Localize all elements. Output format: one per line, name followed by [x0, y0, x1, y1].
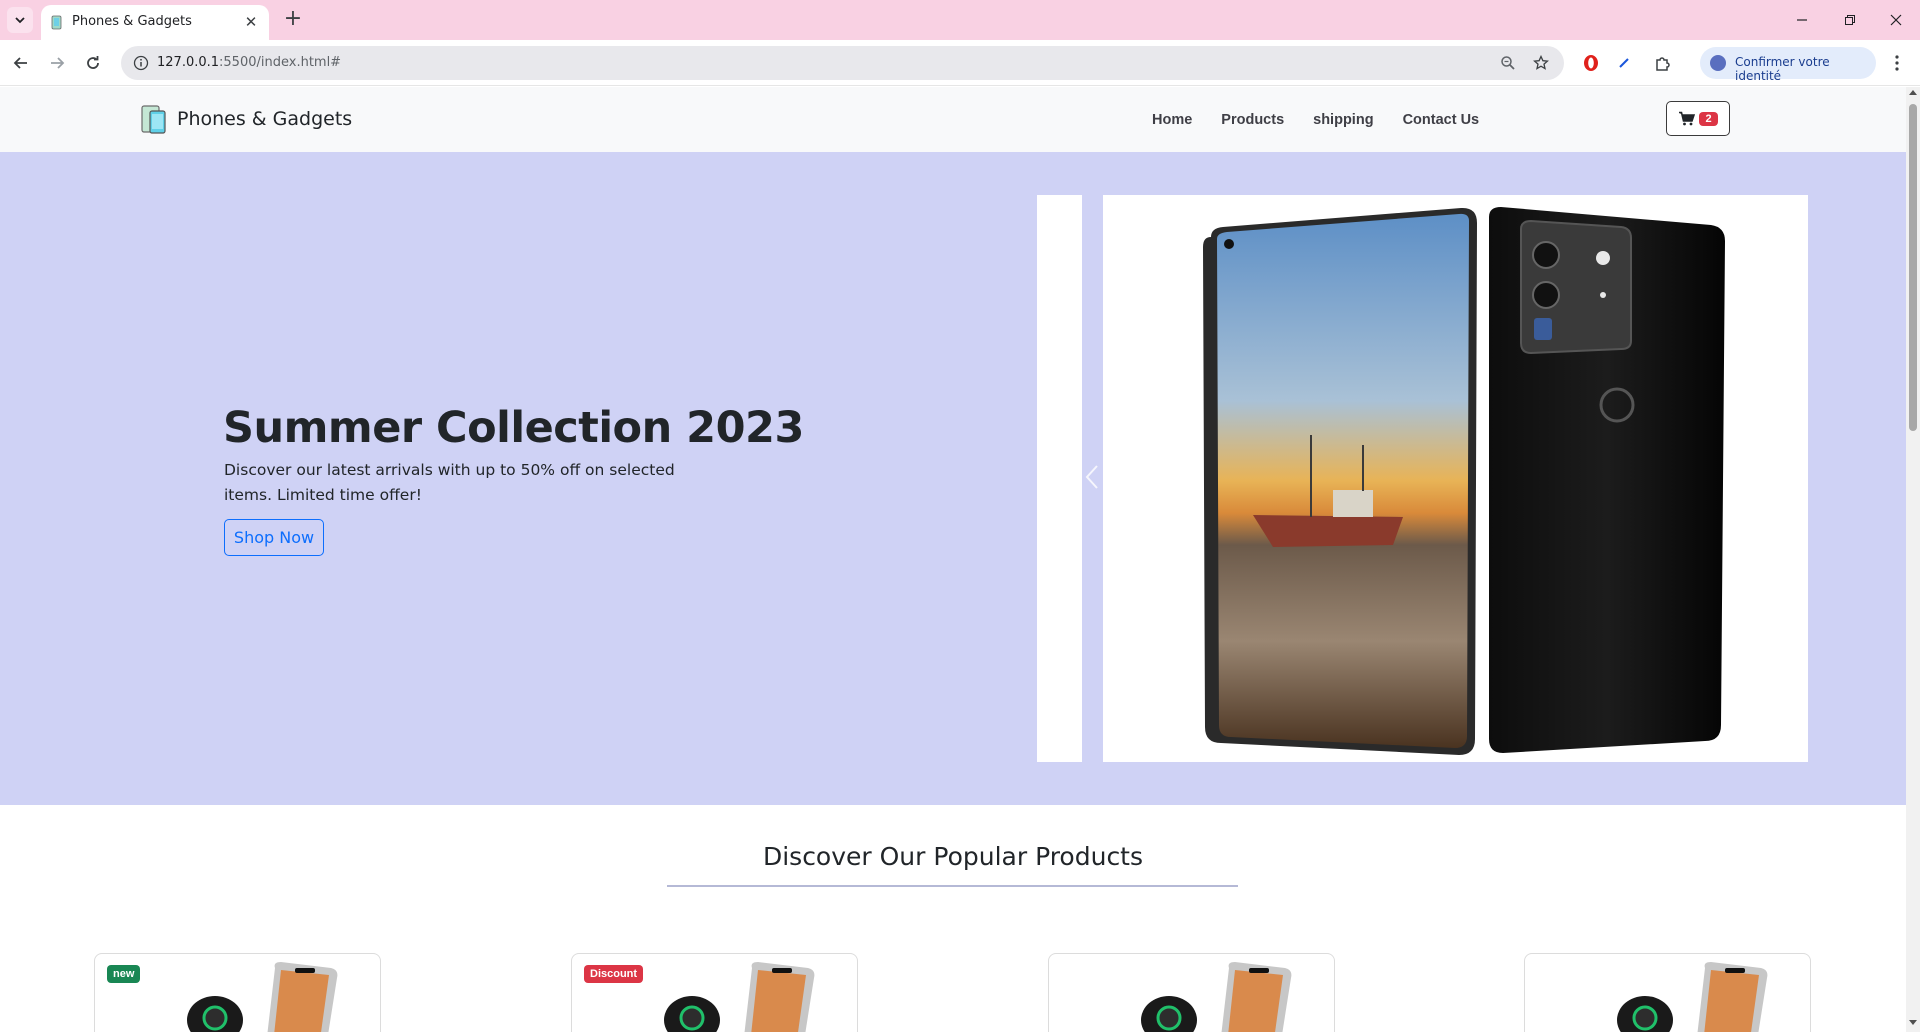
main-nav: Home Products shipping Contact Us: [1152, 112, 1508, 128]
product-card[interactable]: [1524, 953, 1811, 1032]
tab-close-icon[interactable]: ✕: [241, 12, 261, 32]
nav-shipping[interactable]: shipping: [1313, 112, 1373, 128]
site-navbar: Phones & Gadgets Home Products shipping …: [0, 87, 1906, 152]
info-icon[interactable]: [133, 55, 149, 71]
star-icon: [1533, 55, 1549, 70]
chevron-down-icon: [15, 17, 25, 24]
minimize-button[interactable]: [1790, 8, 1814, 32]
phone-favicon-icon: [51, 15, 62, 30]
phone-charger-product-image: [1617, 962, 1768, 1032]
new-tab-button[interactable]: +: [281, 8, 305, 32]
profile-avatar: [1710, 55, 1726, 71]
zoom-icon: [1501, 56, 1515, 70]
product-card[interactable]: Discount: [571, 953, 858, 1032]
bookmark-button[interactable]: [1532, 54, 1550, 72]
arrow-right-icon: [51, 57, 65, 69]
hero-section: Summer Collection 2023 Discover our late…: [0, 152, 1906, 805]
cart-button[interactable]: 2: [1666, 101, 1730, 136]
browser-tab-active[interactable]: Phones & Gadgets ✕: [41, 5, 269, 40]
close-icon: [1890, 14, 1902, 26]
restore-button[interactable]: [1838, 8, 1862, 32]
chevron-right-icon: [1742, 465, 1755, 489]
extensions-button[interactable]: [1652, 52, 1674, 74]
carousel-prev-button[interactable]: [1082, 460, 1102, 494]
browser-toolbar: 127.0.0.1:5500/index.html# Confirmer vot…: [0, 40, 1920, 86]
smartphone-image: [1203, 207, 1725, 756]
shop-now-button[interactable]: Shop Now: [224, 519, 324, 556]
carousel-previous-slide: [1037, 195, 1082, 762]
page-scrollbar[interactable]: [1906, 87, 1920, 1032]
phone-logo-icon: [141, 105, 166, 134]
product-card[interactable]: new: [94, 953, 381, 1032]
section-underline: [667, 885, 1238, 887]
identity-label: Confirmer votre identité: [1735, 55, 1830, 83]
url-host: 127.0.0.1: [157, 55, 220, 70]
address-bar[interactable]: 127.0.0.1:5500/index.html#: [121, 46, 1564, 80]
carousel-next-button[interactable]: [1738, 460, 1758, 494]
arrow-left-icon: [13, 57, 27, 69]
scroll-down-arrow-icon[interactable]: [1909, 1020, 1917, 1025]
forward-button[interactable]: [44, 50, 70, 76]
phone-charger-product-image: [664, 962, 815, 1032]
url-path: :5500/index.html#: [219, 55, 342, 70]
tab-search-button[interactable]: [7, 7, 33, 33]
nav-home[interactable]: Home: [1152, 112, 1192, 128]
reload-icon: [87, 56, 99, 69]
brand-name: Phones & Gadgets: [177, 108, 353, 130]
kebab-menu-icon: [1895, 55, 1899, 71]
chevron-left-icon: [1085, 465, 1098, 489]
opera-icon: [1584, 55, 1598, 71]
minimize-icon: [1797, 19, 1807, 21]
pen-extension[interactable]: [1613, 52, 1635, 74]
browser-tabstrip: Phones & Gadgets ✕ +: [0, 0, 1920, 40]
restore-icon: [1845, 15, 1855, 25]
cart-icon: [1679, 111, 1696, 126]
hero-description: Discover our latest arrivals with up to …: [224, 461, 675, 504]
reload-button[interactable]: [80, 50, 106, 76]
scroll-up-arrow-icon[interactable]: [1909, 90, 1917, 95]
url-text[interactable]: 127.0.0.1:5500/index.html#: [157, 55, 341, 70]
scroll-thumb[interactable]: [1909, 104, 1917, 431]
opera-extension[interactable]: [1580, 52, 1602, 74]
zoom-button[interactable]: [1499, 54, 1517, 72]
page-viewport: Phones & Gadgets Home Products shipping …: [0, 87, 1906, 1032]
product-badge-new: new: [107, 965, 141, 983]
carousel-slide-image: [1103, 195, 1808, 762]
popular-section-title: Discover Our Popular Products: [762, 842, 1144, 871]
nav-contact[interactable]: Contact Us: [1403, 112, 1480, 128]
puzzle-icon: [1656, 57, 1670, 71]
hero-title: Summer Collection 2023: [223, 403, 804, 453]
browser-menu-button[interactable]: [1886, 52, 1908, 74]
phone-charger-product-image: [1141, 962, 1292, 1032]
cart-count-badge: 2: [1699, 111, 1718, 126]
identity-button[interactable]: Confirmer votre identité: [1700, 47, 1876, 83]
nav-products[interactable]: Products: [1221, 112, 1284, 128]
back-button[interactable]: [8, 50, 34, 76]
phone-charger-product-image: [187, 962, 338, 1032]
pen-icon: [1619, 58, 1629, 68]
brand-link[interactable]: Phones & Gadgets: [140, 101, 352, 137]
product-card[interactable]: [1048, 953, 1335, 1032]
close-window-button[interactable]: [1884, 8, 1908, 32]
tab-title: Phones & Gadgets: [72, 14, 192, 29]
